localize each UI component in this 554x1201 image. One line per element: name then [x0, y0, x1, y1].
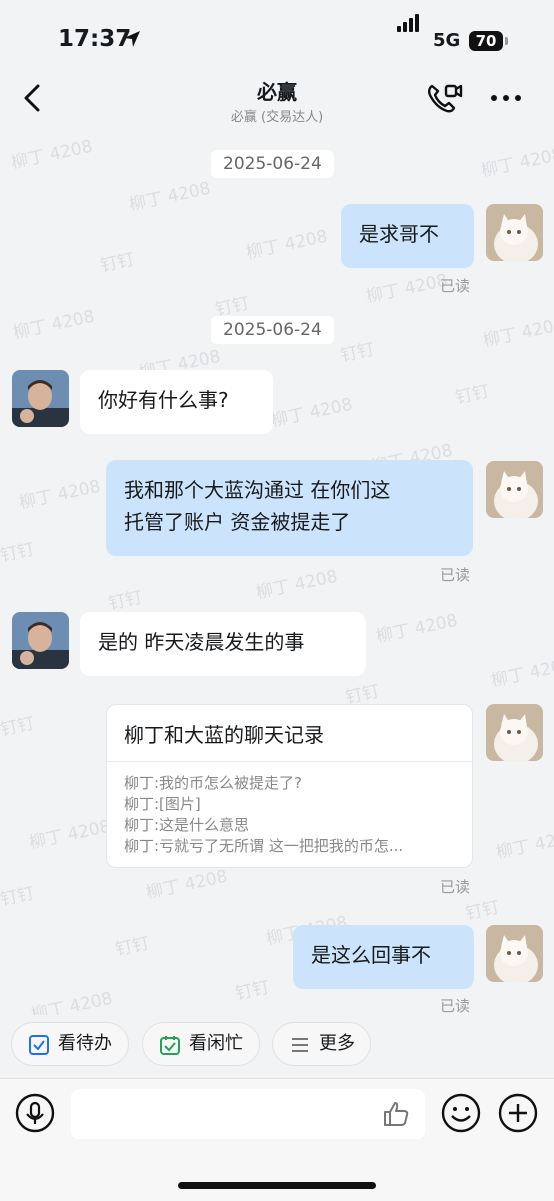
watermark-text: 柳丁 4208: [9, 136, 95, 174]
message-line: 我和那个大蓝沟通过 在你们这: [124, 478, 391, 502]
emoji-icon[interactable]: [441, 1093, 481, 1133]
chat-subtitle: 必赢 (交易达人): [230, 110, 324, 125]
cat-avatar[interactable]: [486, 704, 543, 761]
message-bubble-sent[interactable]: 是这么回事不: [293, 925, 474, 989]
message-bubble-sent[interactable]: 是求哥不: [341, 204, 474, 268]
watermark-text: 钉钉: [0, 883, 37, 911]
card-line: 柳丁:这是什么意思: [124, 816, 250, 834]
card-line: 柳丁:我的币怎么被提走了?: [124, 774, 303, 792]
watermark-text: 钉钉: [0, 539, 37, 567]
read-receipt: 已读: [440, 566, 471, 584]
watermark-text: 柳丁 4208: [494, 826, 554, 864]
battery-icon: 70: [469, 31, 503, 51]
read-receipt: 已读: [440, 878, 471, 896]
read-receipt: 已读: [440, 277, 471, 295]
card-divider: [107, 761, 472, 762]
calendar-check-icon: [160, 1036, 180, 1055]
person-avatar[interactable]: [12, 612, 69, 669]
watermark-text: 柳丁 4208: [481, 314, 554, 352]
checkbox-icon: [29, 1035, 49, 1055]
cat-avatar[interactable]: [486, 204, 543, 261]
watermark-text: 钉钉: [463, 897, 502, 925]
cat-avatar[interactable]: [486, 925, 543, 982]
availability-label: 看闲忙: [189, 1033, 243, 1054]
watermark-text: 柳丁 4208: [269, 394, 355, 432]
more-icon[interactable]: [486, 86, 526, 110]
voice-icon[interactable]: [15, 1093, 55, 1133]
battery-tip: [505, 37, 508, 45]
watermark-text: 柳丁 4208: [11, 306, 97, 344]
watermark-text: 钉钉: [106, 587, 145, 615]
date-divider: 2025-06-24: [211, 316, 334, 344]
watermark-text: 钉钉: [0, 713, 37, 741]
todo-label: 看待办: [58, 1033, 112, 1054]
todo-chip[interactable]: 看待办: [11, 1022, 129, 1066]
watermark-text: 柳丁 4208: [29, 988, 115, 1015]
more-label: 更多: [319, 1033, 355, 1054]
card-line: 柳丁:[图片]: [124, 795, 201, 813]
watermark-text: 柳丁 4208: [374, 610, 460, 648]
status-bar: 17:37 5G 70: [0, 0, 554, 80]
watermark-text: 柳丁 4208: [254, 566, 340, 604]
thumbs-up-icon[interactable]: [381, 1099, 411, 1129]
watermark-text: 柳丁 4208: [364, 270, 450, 308]
cat-avatar[interactable]: [486, 461, 543, 518]
watermark-text: 柳丁 4208: [17, 476, 103, 514]
message-input[interactable]: [71, 1089, 425, 1139]
home-indicator: [178, 1182, 376, 1189]
plus-icon[interactable]: [498, 1093, 538, 1133]
watermark-text: 柳丁 4208: [479, 144, 554, 182]
watermark-text: 柳丁 4208: [489, 654, 554, 692]
chat-area[interactable]: 柳丁 4208 柳丁 4208 柳丁 4208 柳丁 4208 钉钉 钉钉 柳丁…: [0, 130, 554, 1015]
message-bubble-sent[interactable]: 我和那个大蓝沟通过 在你们这 托管了账户 资金被提走了: [106, 460, 473, 556]
watermark-text: 钉钉: [453, 381, 492, 409]
message-line: 托管了账户 资金被提走了: [124, 510, 351, 534]
date-divider: 2025-06-24: [211, 150, 334, 178]
chat-title: 必赢: [257, 80, 297, 104]
card-line: 柳丁:亏就亏了无所谓 这一把把我的币怎...: [124, 837, 404, 855]
menu-icon: [292, 1038, 308, 1052]
watermark-text: 钉钉: [338, 339, 377, 367]
availability-chip[interactable]: 看闲忙: [142, 1022, 260, 1066]
message-bubble-received[interactable]: 是的 昨天凌晨发生的事: [80, 612, 366, 676]
network-type: 5G: [433, 30, 461, 51]
read-receipt: 已读: [440, 997, 471, 1015]
status-time: 17:37: [58, 26, 132, 52]
quick-actions: 看待办 看闲忙 更多: [0, 1020, 554, 1075]
watermark-text: 钉钉: [113, 933, 152, 961]
person-avatar[interactable]: [12, 370, 69, 427]
message-bubble-received[interactable]: 你好有什么事?: [80, 370, 273, 434]
chat-history-card[interactable]: 柳丁和大蓝的聊天记录 柳丁:我的币怎么被提走了? 柳丁:[图片] 柳丁:这是什么…: [106, 704, 473, 868]
watermark-text: 钉钉: [233, 977, 272, 1005]
more-chip[interactable]: 更多: [272, 1022, 371, 1066]
watermark-text: 柳丁 4208: [27, 816, 113, 854]
watermark-text: 柳丁 4208: [127, 178, 213, 216]
watermark-text: 柳丁 4208: [244, 226, 330, 264]
phone-video-call-icon[interactable]: [424, 80, 464, 116]
chat-header: 必赢 必赢 (交易达人): [0, 70, 554, 130]
location-arrow-icon: [124, 31, 140, 47]
watermark-text: 钉钉: [98, 249, 137, 277]
card-title: 柳丁和大蓝的聊天记录: [124, 723, 324, 747]
